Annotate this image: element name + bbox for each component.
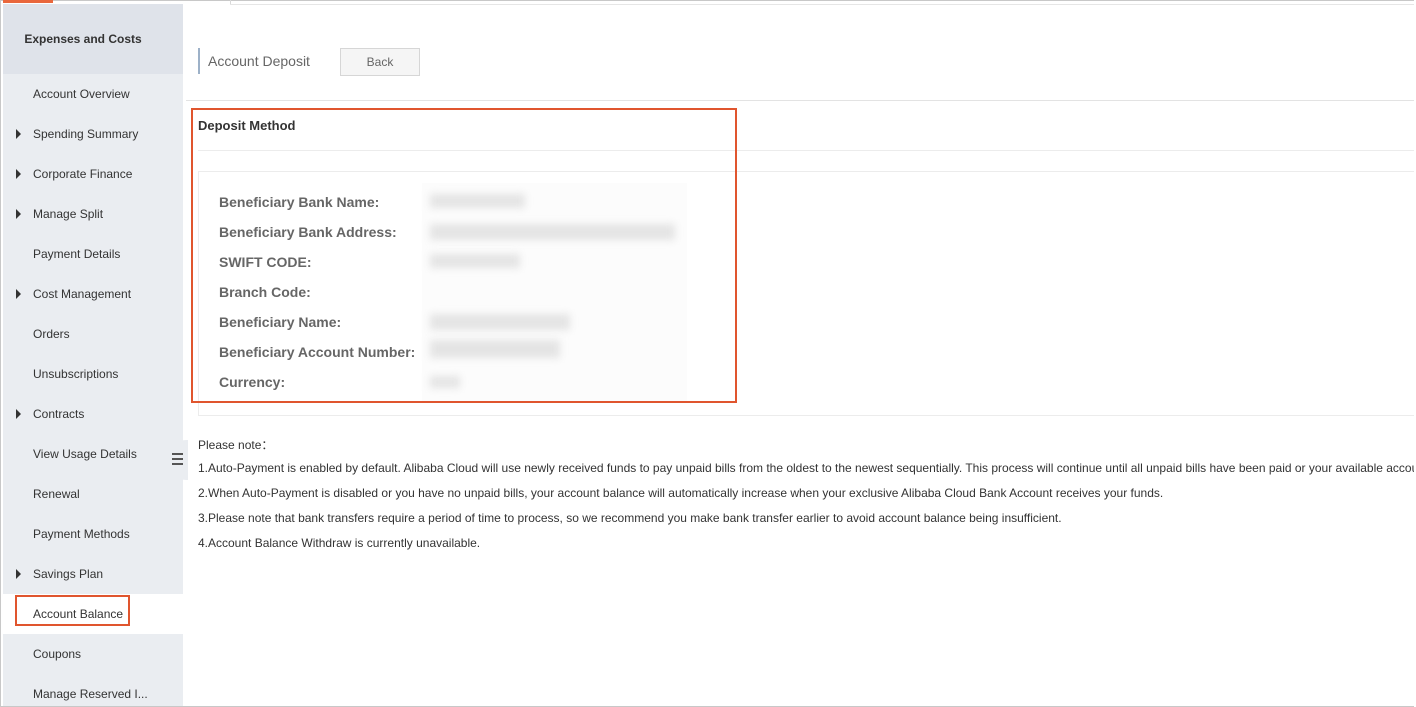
sidebar-item-label: Orders bbox=[33, 327, 70, 341]
note-title: Please note： bbox=[198, 438, 274, 452]
sidebar-item-unsubscriptions[interactable]: Unsubscriptions bbox=[3, 354, 183, 394]
page-title: Account Deposit bbox=[208, 53, 310, 69]
title-marker bbox=[198, 48, 200, 74]
note-line-2: 2.When Auto-Payment is disabled or you h… bbox=[198, 486, 1164, 500]
sidebar: Expenses and Costs Account Overview Spen… bbox=[3, 4, 183, 706]
header-divider bbox=[186, 100, 1414, 101]
note-line-1: 1.Auto-Payment is enabled by default. Al… bbox=[198, 461, 1414, 475]
sidebar-item-manage-reserved[interactable]: Manage Reserved I... bbox=[3, 674, 183, 707]
sidebar-item-label: Payment Details bbox=[33, 247, 121, 261]
sidebar-item-account-overview[interactable]: Account Overview bbox=[3, 74, 183, 114]
deposit-method-highlight bbox=[191, 108, 737, 403]
menu-collapse-icon bbox=[172, 453, 183, 467]
highlight-frame bbox=[15, 595, 130, 626]
caret-right-icon bbox=[16, 169, 21, 179]
note-line-4: 4.Account Balance Withdraw is currently … bbox=[198, 536, 481, 550]
caret-right-icon bbox=[16, 129, 21, 139]
sidebar-item-label: Payment Methods bbox=[33, 527, 130, 541]
caret-right-icon bbox=[16, 569, 21, 579]
sidebar-title: Expenses and Costs bbox=[3, 4, 183, 74]
sidebar-item-payment-methods[interactable]: Payment Methods bbox=[3, 514, 183, 554]
sidebar-item-manage-split[interactable]: Manage Split bbox=[3, 194, 183, 234]
sidebar-item-label: View Usage Details bbox=[33, 447, 137, 461]
back-button[interactable]: Back bbox=[340, 48, 420, 76]
sidebar-item-label: Unsubscriptions bbox=[33, 367, 119, 381]
sidebar-item-label: Spending Summary bbox=[33, 127, 139, 141]
caret-right-icon bbox=[16, 409, 21, 419]
caret-right-icon bbox=[16, 289, 21, 299]
sidebar-item-label: Contracts bbox=[33, 407, 85, 421]
sidebar-item-cost-management[interactable]: Cost Management bbox=[3, 274, 183, 314]
sidebar-item-label: Manage Reserved I... bbox=[33, 687, 148, 701]
caret-right-icon bbox=[16, 209, 21, 219]
sidebar-item-spending-summary[interactable]: Spending Summary bbox=[3, 114, 183, 154]
sidebar-item-label: Cost Management bbox=[33, 287, 132, 301]
sidebar-item-label: Renewal bbox=[33, 487, 80, 501]
note-line-3: 3.Please note that bank transfers requir… bbox=[198, 511, 1062, 525]
sidebar-item-label: Account Overview bbox=[33, 87, 130, 101]
sidebar-item-payment-details[interactable]: Payment Details bbox=[3, 234, 183, 274]
sidebar-item-contracts[interactable]: Contracts bbox=[3, 394, 183, 434]
sidebar-item-label: Corporate Finance bbox=[33, 167, 133, 181]
top-tab-strip bbox=[230, 0, 1414, 5]
sidebar-item-label: Coupons bbox=[33, 647, 82, 661]
sidebar-item-label: Savings Plan bbox=[33, 567, 104, 581]
sidebar-item-account-balance[interactable]: Account Balance bbox=[3, 594, 183, 634]
sidebar-item-orders[interactable]: Orders bbox=[3, 314, 183, 354]
sidebar-item-label: Manage Split bbox=[33, 207, 104, 221]
top-accent-bar bbox=[3, 0, 53, 3]
sidebar-item-savings-plan[interactable]: Savings Plan bbox=[3, 554, 183, 594]
sidebar-item-coupons[interactable]: Coupons bbox=[3, 634, 183, 674]
top-tab-divider bbox=[230, 0, 231, 4]
sidebar-item-renewal[interactable]: Renewal bbox=[3, 474, 183, 514]
sidebar-item-view-usage-details[interactable]: View Usage Details bbox=[3, 434, 183, 474]
sidebar-item-corporate-finance[interactable]: Corporate Finance bbox=[3, 154, 183, 194]
